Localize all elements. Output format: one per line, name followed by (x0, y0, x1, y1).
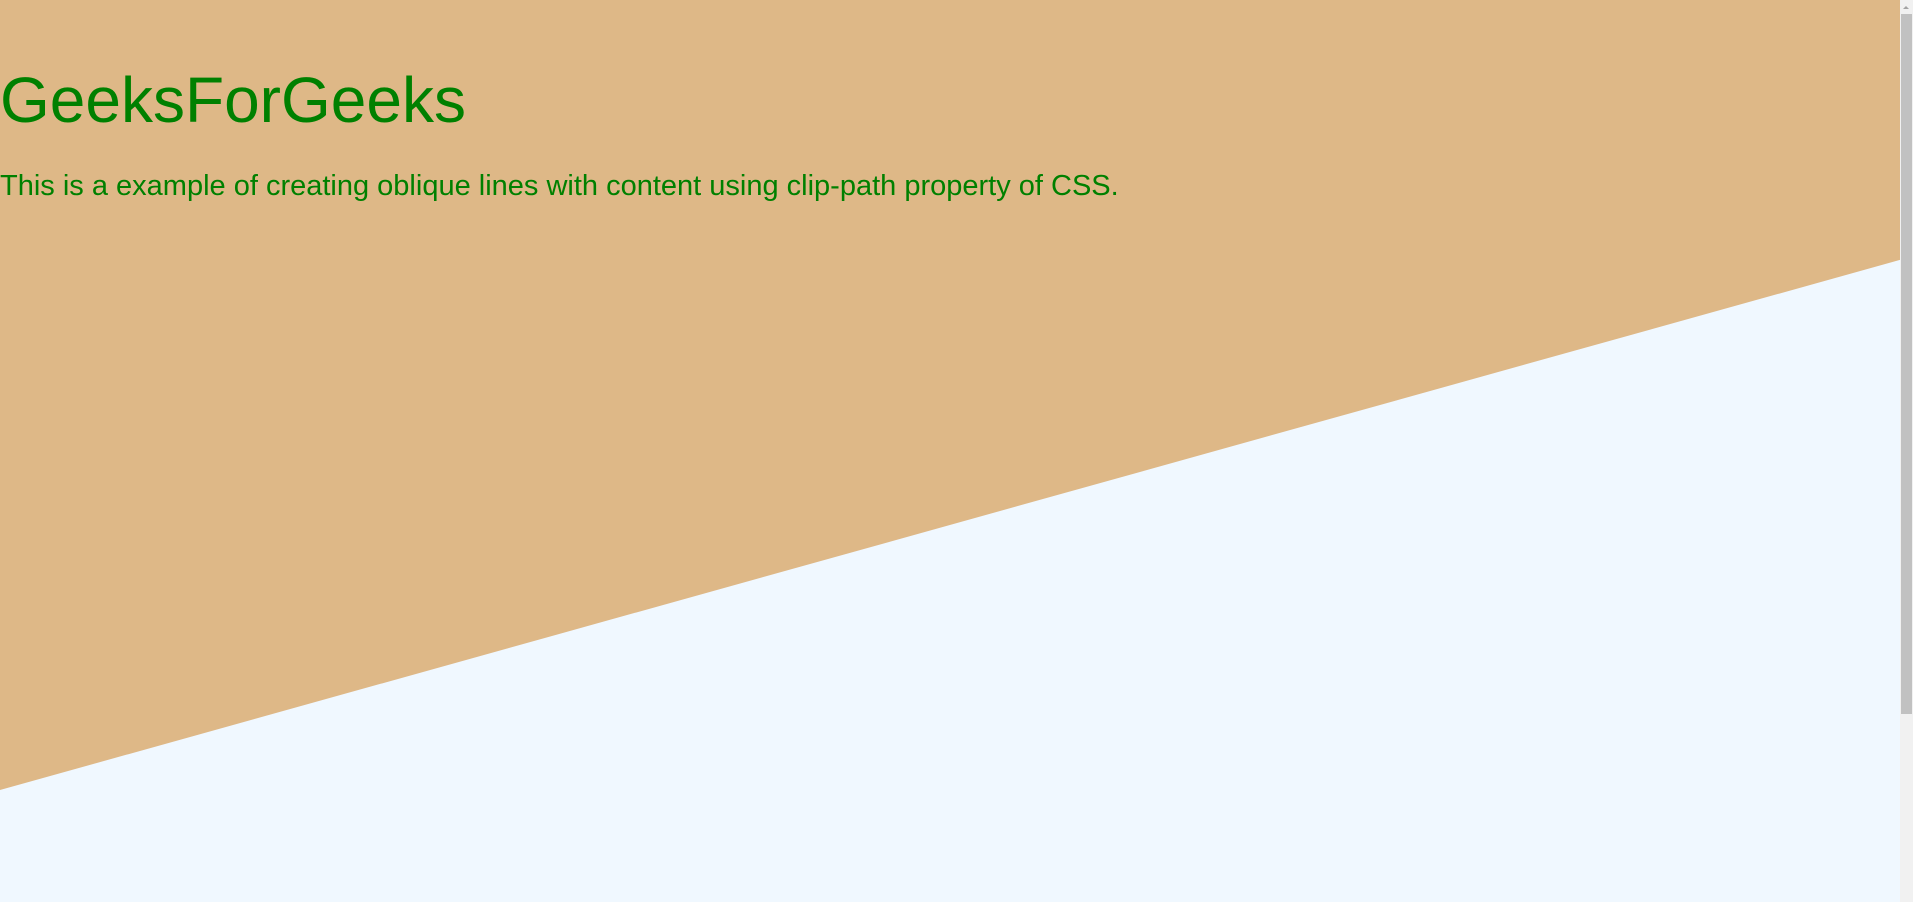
browser-viewport: GeeksForGeeks This is a example of creat… (0, 0, 1913, 902)
page-content: GeeksForGeeks This is a example of creat… (0, 0, 1900, 902)
vertical-scrollbar[interactable] (1900, 0, 1913, 902)
page-description: This is a example of creating oblique li… (0, 170, 1119, 202)
content-block: GeeksForGeeks This is a example of creat… (0, 62, 1500, 203)
scrollbar-thumb[interactable] (1901, 14, 1912, 714)
scroll-up-arrow-icon[interactable] (1900, 0, 1913, 14)
page-title: GeeksForGeeks (0, 64, 466, 136)
